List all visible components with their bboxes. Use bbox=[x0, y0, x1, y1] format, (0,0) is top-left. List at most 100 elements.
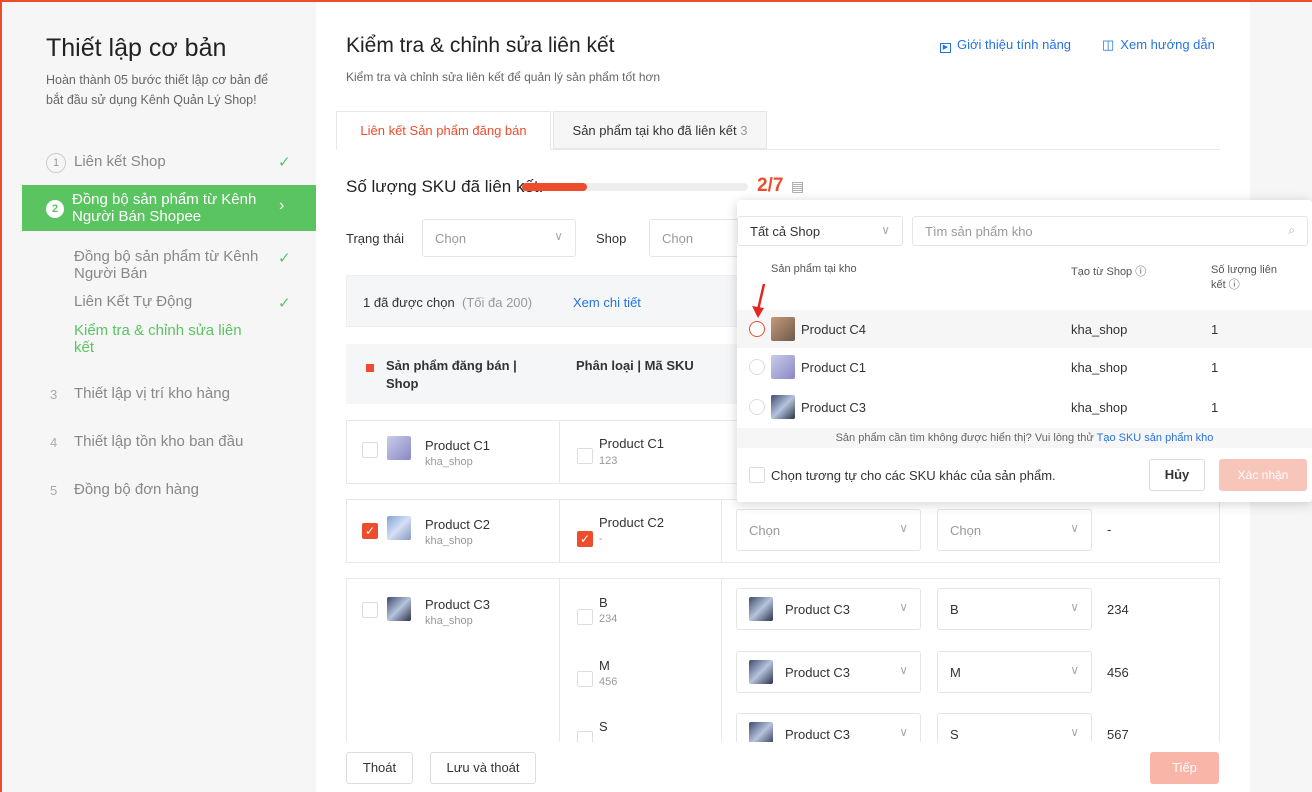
tab-2-label: Sản phẩm tại kho đã liên kết bbox=[572, 123, 737, 138]
product-thumbnail bbox=[387, 516, 411, 540]
warehouse-variant-select[interactable]: M ∨ bbox=[937, 651, 1092, 693]
col-2-label: Tạo từ Shop bbox=[1071, 266, 1133, 278]
select-all-checkbox[interactable] bbox=[366, 364, 374, 372]
sidebar-desc-2: bắt đầu sử dụng Kênh Quản Lý Shop! bbox=[46, 93, 257, 107]
row-checkbox[interactable] bbox=[362, 602, 378, 618]
next-button[interactable]: Tiếp bbox=[1150, 752, 1219, 784]
guide-link[interactable]: ◫ Xem hướng dẫn bbox=[1102, 37, 1215, 53]
warehouse-search-input[interactable]: Tìm sản phẩm kho ⌕ bbox=[912, 216, 1308, 246]
status-select[interactable]: Chọn ∨ bbox=[422, 219, 576, 257]
col-shop: Shop bbox=[386, 376, 419, 391]
warehouse-product-select[interactable]: Chọn ∨ bbox=[736, 509, 921, 551]
help-icon[interactable]: ⓘ bbox=[1229, 279, 1240, 291]
warehouse-product-select[interactable]: Product C3 ∨ bbox=[736, 588, 921, 630]
popup-row[interactable]: Product C3 kha_shop 1 bbox=[737, 388, 1312, 426]
select-placeholder: Chọn bbox=[749, 523, 781, 538]
select-value: M bbox=[950, 665, 961, 680]
col-variant-sku: Phân loại | Mã SKU bbox=[576, 358, 694, 373]
list-icon[interactable]: ▤ bbox=[791, 178, 804, 195]
product-thumbnail bbox=[771, 355, 795, 379]
select-placeholder: Chọn bbox=[950, 523, 982, 538]
radio-button[interactable] bbox=[749, 321, 765, 337]
variant-checkbox[interactable] bbox=[577, 671, 593, 687]
warehouse-product-select[interactable]: Product C3 ∨ bbox=[736, 651, 921, 693]
step-2-number: 2 bbox=[46, 200, 64, 218]
intro-link[interactable]: ▶ Giới thiệu tính năng bbox=[940, 37, 1071, 53]
help-icon[interactable]: ⓘ bbox=[1135, 266, 1146, 278]
stock-qty: 567 bbox=[1107, 727, 1129, 742]
create-sku-link[interactable]: Tạo SKU sản phẩm kho bbox=[1097, 432, 1214, 444]
tab-listed-products[interactable]: Liên kết Sản phẩm đăng bán bbox=[336, 111, 551, 150]
intro-label: Giới thiệu tính năng bbox=[957, 37, 1072, 52]
row-checkbox-checked[interactable]: ✓ bbox=[362, 523, 378, 539]
search-icon[interactable]: ⌕ bbox=[1288, 223, 1295, 238]
col-listed-product: Sản phẩm đăng bán | bbox=[386, 358, 517, 373]
step-4-number: 4 bbox=[50, 435, 58, 450]
variant-checkbox-checked[interactable]: ✓ bbox=[577, 531, 593, 547]
popup-hint: Sản phẩm cần tìm không được hiển thị? Vu… bbox=[737, 428, 1312, 448]
confirm-button[interactable]: Xác nhận bbox=[1219, 459, 1307, 491]
shop-select[interactable]: Chọn bbox=[649, 219, 739, 257]
chevron-down-icon: ∨ bbox=[899, 725, 908, 739]
divider bbox=[559, 500, 560, 562]
check-icon: ✓ bbox=[278, 154, 291, 171]
col-3-label-2: kết bbox=[1211, 279, 1226, 291]
item-shop: kha_shop bbox=[1071, 400, 1128, 415]
sidebar-desc-1: Hoàn thành 05 bước thiết lập cơ bản để bbox=[46, 73, 269, 87]
same-choice-checkbox[interactable] bbox=[749, 467, 765, 483]
cancel-button[interactable]: Hủy bbox=[1149, 459, 1205, 491]
same-choice-label: Chọn tương tự cho các SKU khác của sản p… bbox=[771, 468, 1056, 483]
item-shop: kha_shop bbox=[1071, 322, 1128, 337]
warehouse-variant-select[interactable]: Chọn ∨ bbox=[937, 509, 1092, 551]
row-checkbox[interactable] bbox=[362, 442, 378, 458]
save-exit-button[interactable]: Lưu và thoát bbox=[430, 752, 536, 784]
radio-button[interactable] bbox=[749, 359, 765, 375]
chevron-down-icon: ∨ bbox=[899, 663, 908, 677]
sku-code: 234 bbox=[599, 613, 618, 625]
col-created-from-shop: Tạo từ Shop ⓘ bbox=[1071, 263, 1146, 279]
product-name: Product C2 bbox=[425, 517, 491, 532]
sku-progress-bar bbox=[522, 183, 748, 191]
chevron-down-icon: ∨ bbox=[554, 229, 563, 243]
item-name: Product C3 bbox=[801, 400, 867, 415]
popup-row-selected[interactable]: Product C4 kha_shop 1 bbox=[737, 310, 1312, 348]
tab-2-count: 3 bbox=[740, 123, 748, 138]
status-placeholder: Chọn bbox=[435, 231, 467, 246]
sku-code: 456 bbox=[599, 676, 618, 688]
substep-1-label-2: Người Bán bbox=[74, 265, 148, 282]
stock-qty: 234 bbox=[1107, 602, 1129, 617]
setup-sidebar: Thiết lập cơ bản Hoàn thành 05 bước thiế… bbox=[2, 2, 318, 792]
selection-max: (Tối đa 200) bbox=[462, 295, 533, 310]
shop-filter-select[interactable]: Tất cả Shop ∨ bbox=[737, 216, 903, 246]
item-qty: 1 bbox=[1211, 322, 1219, 337]
divider bbox=[721, 579, 722, 759]
sku-progress-fill bbox=[522, 183, 587, 191]
product-thumbnail bbox=[749, 597, 773, 621]
step-5-number: 5 bbox=[50, 483, 58, 498]
item-shop: kha_shop bbox=[1071, 360, 1128, 375]
chevron-down-icon: ∨ bbox=[1070, 521, 1079, 535]
hint-text: Sản phẩm cần tìm không được hiển thị? Vu… bbox=[835, 432, 1094, 444]
warehouse-variant-select[interactable]: B ∨ bbox=[937, 588, 1092, 630]
variant-name: Product C2 bbox=[599, 515, 665, 530]
product-shop: kha_shop bbox=[425, 456, 473, 468]
product-thumbnail bbox=[387, 436, 411, 460]
step-2-label-1: Đồng bộ sản phẩm từ Kênh bbox=[72, 191, 257, 208]
variant-checkbox[interactable] bbox=[577, 609, 593, 625]
view-detail-link[interactable]: Xem chi tiết bbox=[573, 295, 641, 310]
radio-button[interactable] bbox=[749, 399, 765, 415]
table-row: ✓ Product C2 kha_shop ✓ Product C2 - Chọ… bbox=[346, 499, 1220, 563]
exit-button[interactable]: Thoát bbox=[346, 752, 413, 784]
popup-row[interactable]: Product C1 kha_shop 1 bbox=[737, 348, 1312, 386]
step-2-active[interactable]: 2 Đồng bộ sản phẩm từ Kênh Người Bán Sho… bbox=[22, 185, 318, 231]
tab-warehouse-products[interactable]: Sản phẩm tại kho đã liên kết 3 bbox=[553, 111, 767, 149]
variant-checkbox[interactable] bbox=[577, 448, 593, 464]
check-icon: ✓ bbox=[278, 295, 291, 312]
table-header: Sản phẩm đăng bán | Shop Phân loại | Mã … bbox=[346, 344, 766, 404]
selected-count: 1 đã được chọn bbox=[363, 295, 455, 310]
guide-label: Xem hướng dẫn bbox=[1120, 37, 1215, 52]
book-icon: ◫ bbox=[1102, 37, 1115, 52]
step-4-label: Thiết lập tồn kho ban đầu bbox=[74, 433, 244, 450]
status-label: Trạng thái bbox=[346, 231, 405, 246]
step-2-label-2: Người Bán Shopee bbox=[72, 208, 202, 225]
